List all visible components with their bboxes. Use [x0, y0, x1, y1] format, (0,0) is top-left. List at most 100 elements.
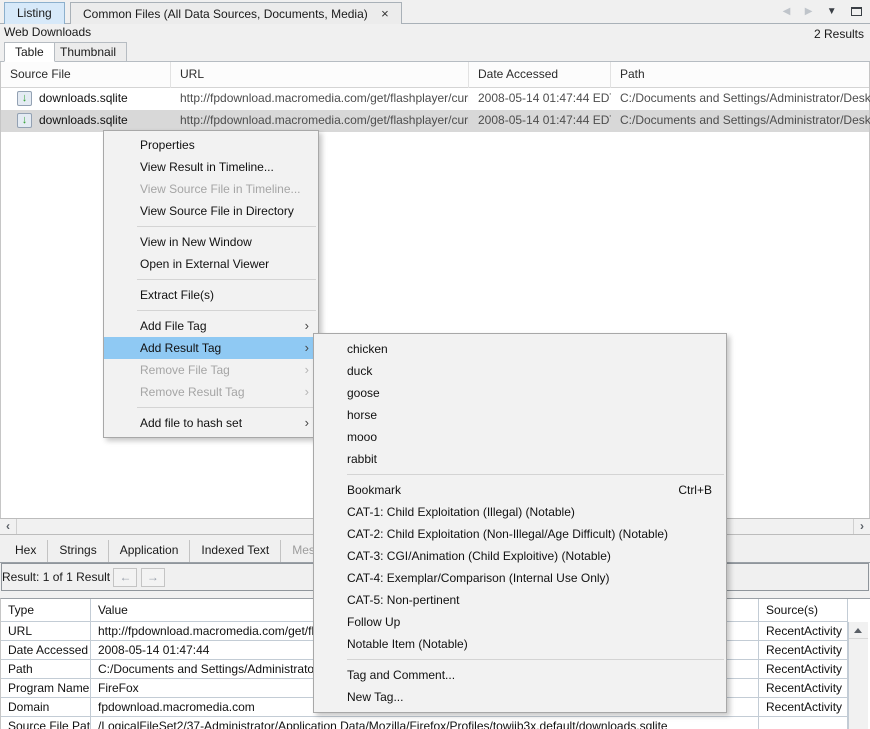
window-tab-bar: Listing Common Files (All Data Sources, … [0, 0, 870, 24]
prev-result-button[interactable]: ← [113, 568, 137, 587]
menu-item-add-result-tag[interactable]: Add Result Tag › [104, 337, 318, 359]
menu-item-view-in-new-window[interactable]: View in New Window [104, 231, 318, 253]
chevron-down-icon[interactable]: ▼ [827, 6, 837, 17]
menu-separator [137, 310, 316, 311]
menu-item-view-result-in-timeline[interactable]: View Result in Timeline... [104, 156, 318, 178]
menu-item-label: Add file to hash set [140, 416, 242, 430]
menu-item-view-source-file-in-directory[interactable]: View Source File in Directory [104, 200, 318, 222]
menu-separator [137, 407, 316, 408]
cell-path: C:/Documents and Settings/Administrator/… [611, 88, 870, 110]
column-header-type[interactable]: Type [1, 599, 91, 622]
breadcrumb-row: Web Downloads 2 Results [0, 25, 870, 41]
scroll-up-icon[interactable] [849, 622, 868, 639]
restore-window-icon[interactable] [851, 7, 862, 16]
cell-type: Date Accessed [1, 641, 91, 660]
view-tab-bar: Table Thumbnail [0, 41, 870, 62]
context-menu: Properties View Result in Timeline... Vi… [103, 130, 319, 438]
column-header-path[interactable]: Path [611, 62, 870, 88]
menu-item-add-file-tag[interactable]: Add File Tag› [104, 315, 318, 337]
submenu-arrow-icon: › [305, 337, 309, 359]
cell-source: RecentActivity [759, 622, 848, 641]
result-total: 1 [66, 570, 73, 584]
cell-source-file: downloads.sqlite [1, 110, 171, 132]
submenu-item-goose[interactable]: goose [314, 382, 726, 404]
menu-item-remove-file-tag: Remove File Tag › [104, 359, 318, 381]
menu-item-label: Remove Result Tag [140, 385, 245, 399]
tab-strings[interactable]: Strings [48, 540, 108, 562]
cell-url: http://fpdownload.macromedia.com/get/fla… [171, 88, 469, 110]
cell-type: Path [1, 660, 91, 679]
submenu-item-cat4[interactable]: CAT-4: Exemplar/Comparison (Internal Use… [314, 567, 726, 589]
cell-date-accessed: 2008-05-14 01:47:44 EDT [469, 110, 611, 132]
close-icon[interactable]: × [381, 6, 389, 21]
app-window: Listing Common Files (All Data Sources, … [0, 0, 870, 729]
submenu-item-notable-item[interactable]: Notable Item (Notable) [314, 633, 726, 655]
tab-common-files-label: Common Files (All Data Sources, Document… [83, 7, 368, 21]
menu-item-label: Remove File Tag [140, 363, 230, 377]
tab-hex[interactable]: Hex [4, 540, 48, 562]
result-label: Result: [2, 570, 39, 584]
submenu-item-rabbit[interactable]: rabbit [314, 448, 726, 470]
tab-table[interactable]: Table [4, 42, 55, 62]
tab-thumbnail[interactable]: Thumbnail [49, 42, 127, 62]
submenu-arrow-icon: › [305, 412, 309, 434]
menu-item-label: Add File Tag [140, 319, 207, 333]
table-row-selected[interactable]: ↓ downloads.sqlite http://fpdownload.mac… [1, 110, 869, 132]
result-current: 1 [43, 570, 50, 584]
tag-submenu: chicken duck goose horse mooo rabbit Boo… [313, 333, 727, 713]
shortcut-label: Ctrl+B [678, 479, 712, 501]
result-of-label: of [53, 570, 63, 584]
column-header-sources[interactable]: Source(s) [759, 599, 848, 622]
tab-thumbnail-label: Thumbnail [60, 45, 116, 59]
tab-application[interactable]: Application [109, 540, 191, 562]
submenu-item-new-tag[interactable]: New Tag... [314, 686, 726, 708]
submenu-item-follow-up[interactable]: Follow Up [314, 611, 726, 633]
submenu-item-cat3[interactable]: CAT-3: CGI/Animation (Child Exploitive) … [314, 545, 726, 567]
arrow-right-icon: → [147, 570, 159, 584]
submenu-item-cat5[interactable]: CAT-5: Non-pertinent [314, 589, 726, 611]
cell-type: Domain [1, 698, 91, 717]
submenu-item-bookmark[interactable]: Bookmark Ctrl+B [314, 479, 726, 501]
results-table-header: Source File URL Date Accessed Path [1, 62, 869, 88]
cell-source-file: downloads.sqlite [1, 88, 171, 110]
column-header-url[interactable]: URL [171, 62, 469, 88]
submenu-arrow-icon: › [305, 359, 309, 381]
cell-type: Source File Path [1, 717, 91, 729]
submenu-item-chicken[interactable]: chicken [314, 338, 726, 360]
menu-separator [347, 474, 724, 475]
menu-item-add-file-to-hash-set[interactable]: Add file to hash set › [104, 412, 318, 434]
tab-indexed-text[interactable]: Indexed Text [190, 540, 281, 562]
breadcrumb: Web Downloads [4, 25, 91, 39]
menu-item-open-in-external-viewer[interactable]: Open in External Viewer [104, 253, 318, 275]
column-header-source-file[interactable]: Source File [1, 62, 171, 88]
column-header-date-accessed[interactable]: Date Accessed [469, 62, 611, 88]
cell-path: C:/Documents and Settings/Administrator/… [611, 110, 870, 132]
menu-item-extract-files[interactable]: Extract File(s) [104, 284, 318, 306]
menu-separator [347, 659, 724, 660]
cell-value: /LogicalFileSet2/37-Administrator/Applic… [91, 717, 759, 729]
cell-source: RecentActivity [759, 698, 848, 717]
table-row[interactable]: ↓ downloads.sqlite http://fpdownload.mac… [1, 88, 869, 110]
scroll-left-icon[interactable]: ‹ [0, 519, 17, 534]
menu-item-label: Bookmark [347, 483, 401, 497]
submenu-item-horse[interactable]: horse [314, 404, 726, 426]
scroll-right-icon[interactable]: › [853, 519, 870, 534]
vertical-scrollbar[interactable] [848, 622, 868, 729]
cell-url: http://fpdownload.macromedia.com/get/fla… [171, 110, 469, 132]
menu-separator [137, 226, 316, 227]
nav-back-icon[interactable]: ◀ [783, 6, 791, 17]
cell-source: RecentActivity [759, 641, 848, 660]
cell-date-accessed: 2008-05-14 01:47:44 EDT [469, 88, 611, 110]
nav-forward-icon[interactable]: ▶ [805, 6, 813, 17]
submenu-item-mooo[interactable]: mooo [314, 426, 726, 448]
tab-listing[interactable]: Listing [4, 2, 65, 24]
tab-common-files[interactable]: Common Files (All Data Sources, Document… [70, 2, 402, 24]
submenu-item-tag-and-comment[interactable]: Tag and Comment... [314, 664, 726, 686]
next-result-button[interactable]: → [141, 568, 165, 587]
submenu-item-cat2[interactable]: CAT-2: Child Exploitation (Non-Illegal/A… [314, 523, 726, 545]
menu-item-remove-result-tag: Remove Result Tag› [104, 381, 318, 403]
submenu-item-cat1[interactable]: CAT-1: Child Exploitation (Illegal) (Not… [314, 501, 726, 523]
menu-item-label: Add Result Tag [140, 341, 221, 355]
menu-item-properties[interactable]: Properties [104, 134, 318, 156]
submenu-item-duck[interactable]: duck [314, 360, 726, 382]
